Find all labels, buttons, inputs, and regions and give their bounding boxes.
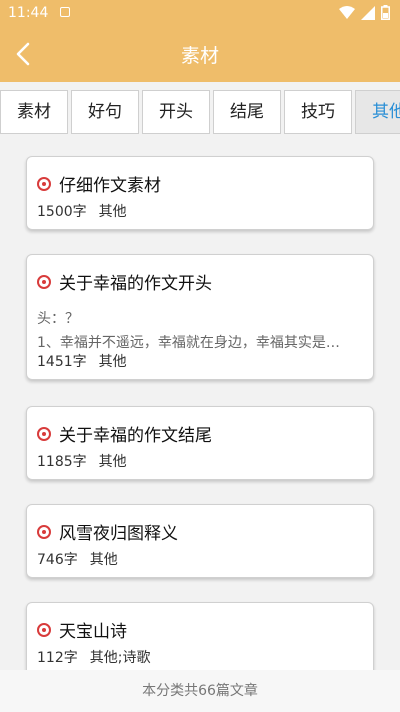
- signal-icon: [361, 5, 375, 20]
- excerpt-line: 头：？: [37, 311, 79, 327]
- article-category: 其他;诗歌: [89, 650, 151, 666]
- article-word-count: 112字: [37, 650, 78, 666]
- article-title: 关于幸福的作文结尾: [59, 426, 212, 446]
- status-bar: 11:44: [0, 0, 400, 26]
- article-list: 仔细作文素材 1500字 其他 关于幸福的作文开头 头：？ 1、幸福并不遥远，幸福…: [0, 140, 400, 670]
- article-title: 风雪夜归图释义: [59, 524, 178, 544]
- article-word-count: 746字: [37, 552, 78, 568]
- app-bar: 素材: [0, 26, 400, 82]
- article-title: 天宝山诗: [59, 622, 127, 642]
- article-count-footer: 本分类共66篇文章: [0, 670, 400, 712]
- bullet-icon: [37, 274, 51, 289]
- status-time: 11:44: [8, 5, 49, 21]
- article-category: 其他: [89, 552, 118, 568]
- article-category: 其他: [98, 354, 127, 370]
- bullet-icon: [37, 524, 51, 539]
- article-card[interactable]: 天宝山诗 112字 其他;诗歌: [26, 602, 374, 670]
- article-card[interactable]: 风雪夜归图释义 746字 其他: [26, 504, 374, 578]
- article-card[interactable]: 关于幸福的作文开头 头：？ 1、幸福并不遥远，幸福就在身边，幸福其实是… 145…: [26, 254, 374, 380]
- tab-haoju[interactable]: 好句: [71, 90, 139, 134]
- article-word-count: 1185字: [37, 454, 87, 470]
- article-excerpt: 头：？ 1、幸福并不遥远，幸福就在身边，幸福其实是…: [37, 307, 365, 355]
- article-card[interactable]: 仔细作文素材 1500字 其他: [26, 156, 374, 230]
- article-word-count: 1451字: [37, 354, 87, 370]
- tab-kaitou[interactable]: 开头: [142, 90, 210, 134]
- tab-qita[interactable]: 其他: [355, 90, 400, 134]
- battery-icon: [381, 5, 390, 20]
- wifi-icon: [339, 5, 355, 19]
- article-card[interactable]: 关于幸福的作文结尾 1185字 其他: [26, 406, 374, 480]
- article-title: 仔细作文素材: [59, 176, 161, 196]
- notification-icon: [60, 7, 70, 17]
- bullet-icon: [37, 176, 51, 191]
- tab-jiewei[interactable]: 结尾: [213, 90, 281, 134]
- article-category: 其他: [98, 204, 127, 220]
- article-title: 关于幸福的作文开头: [59, 274, 212, 294]
- bullet-icon: [37, 622, 51, 637]
- tab-sucai[interactable]: 素材: [0, 90, 68, 134]
- bullet-icon: [37, 426, 51, 441]
- article-word-count: 1500字: [37, 204, 87, 220]
- article-category: 其他: [98, 454, 127, 470]
- page-title: 素材: [180, 45, 219, 67]
- tab-jiqiao[interactable]: 技巧: [284, 90, 352, 134]
- category-tabs: 素材 好句 开头 结尾 技巧 其他: [0, 90, 400, 136]
